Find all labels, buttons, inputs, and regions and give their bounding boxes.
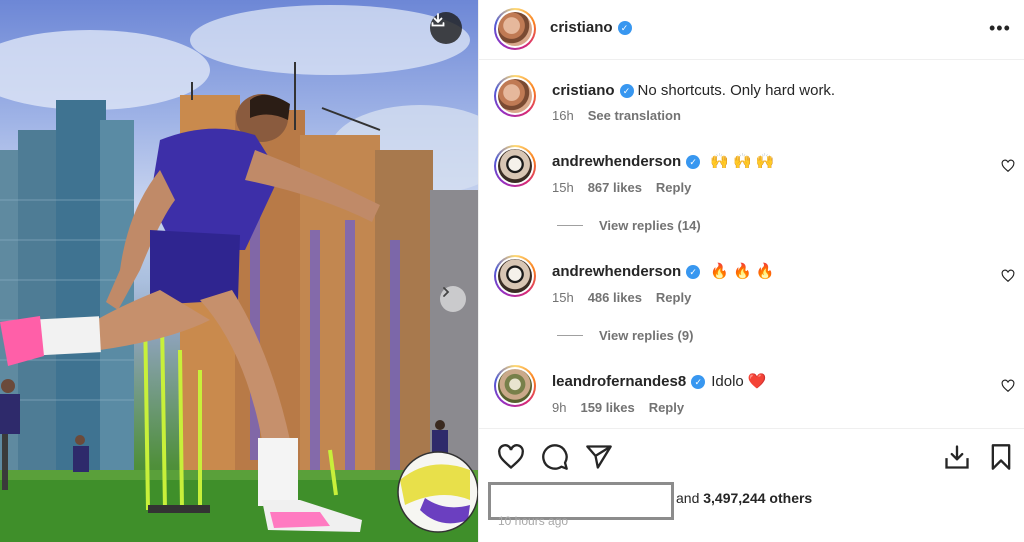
post-image [0, 5, 478, 542]
share-icon[interactable] [585, 443, 613, 471]
view-replies-button[interactable]: View replies (14) [557, 218, 701, 233]
heart-icon[interactable] [497, 443, 525, 471]
view-replies-label[interactable]: View replies (9) [599, 328, 693, 343]
comment-row: andrewhenderson ✓ 🙌 🙌 🙌 [552, 152, 775, 170]
comment-text: Idolo ❤️ [711, 373, 767, 390]
post-header: cristiano ✓ ••• [479, 0, 1024, 60]
chevron-right-icon [443, 287, 450, 297]
comment-avatar[interactable] [494, 255, 536, 297]
comment-icon[interactable] [541, 443, 569, 471]
more-horizontal-icon[interactable]: ••• [989, 18, 1011, 39]
reply-button[interactable]: Reply [656, 290, 691, 305]
download-tray-icon[interactable] [943, 443, 971, 471]
comment-likes[interactable]: 867 likes [588, 180, 642, 195]
comment-time: 15h [552, 180, 574, 195]
comment-avatar[interactable] [494, 145, 536, 187]
comment-username[interactable]: andrewhenderson [552, 263, 681, 280]
reply-button[interactable]: Reply [649, 400, 684, 415]
reply-button[interactable]: Reply [656, 180, 691, 195]
verified-badge-icon: ✓ [691, 375, 706, 389]
post-time-ago: 10 hours ago [498, 514, 569, 528]
comment-username[interactable]: leandrofernandes8 [552, 373, 686, 390]
author-username[interactable]: cristiano ✓ [550, 19, 632, 36]
comment-time: 9h [552, 400, 567, 415]
caption-time: 16h [552, 108, 574, 123]
comment-row: andrewhenderson ✓ 🔥 🔥 🔥 [552, 262, 775, 280]
comment-likes[interactable]: 486 likes [588, 290, 642, 305]
comment-text: 🔥 🔥 🔥 [710, 263, 775, 280]
divider [557, 335, 583, 336]
comment-meta: 15h 486 likes Reply [552, 290, 705, 305]
verified-badge-icon: ✓ [619, 84, 634, 98]
post-details-panel: cristiano ✓ ••• cristiano ✓ No shortcuts. O… [478, 0, 1024, 542]
author-avatar[interactable] [494, 8, 536, 50]
download-icon [431, 13, 445, 27]
likes-prefix: and [676, 490, 700, 506]
post-actions [479, 428, 1024, 484]
comment-meta: 15h 867 likes Reply [552, 180, 705, 195]
comment-username[interactable]: andrewhenderson [552, 153, 681, 170]
comment-time: 15h [552, 290, 574, 305]
view-replies-label[interactable]: View replies (14) [599, 218, 701, 233]
verified-badge-icon: ✓ [686, 265, 701, 279]
comment-meta: 9h 159 likes Reply [552, 400, 698, 415]
comment-row: leandrofernandes8 ✓ Idolo ❤️ [552, 372, 767, 390]
likes-text[interactable]: and 3,497,244 others [676, 490, 812, 506]
caption-author-avatar[interactable] [494, 75, 536, 117]
view-replies-button[interactable]: View replies (9) [557, 328, 693, 343]
verified-badge-icon: ✓ [686, 155, 701, 169]
comment-text: 🙌 🙌 🙌 [710, 153, 775, 170]
caption-text: No shortcuts. Only hard work. [637, 82, 836, 99]
likes-count[interactable]: 3,497,244 others [703, 490, 812, 506]
caption-username[interactable]: cristiano [552, 82, 615, 99]
heart-icon[interactable] [1001, 159, 1015, 173]
verified-badge-icon: ✓ [617, 21, 632, 35]
heart-icon[interactable] [1001, 269, 1015, 283]
bookmark-icon[interactable] [987, 443, 1015, 471]
see-translation-link[interactable]: See translation [588, 108, 681, 123]
post-photo[interactable] [0, 0, 478, 542]
comment-likes[interactable]: 159 likes [580, 400, 634, 415]
comment-avatar[interactable] [494, 365, 536, 407]
download-button[interactable] [430, 12, 462, 44]
next-photo-button[interactable] [440, 286, 466, 312]
divider [557, 225, 583, 226]
caption: cristiano ✓ No shortcuts. Only hard work. [552, 82, 835, 99]
caption-meta: 16h See translation [552, 108, 695, 123]
author-username-text[interactable]: cristiano [550, 19, 613, 36]
heart-icon[interactable] [1001, 379, 1015, 393]
